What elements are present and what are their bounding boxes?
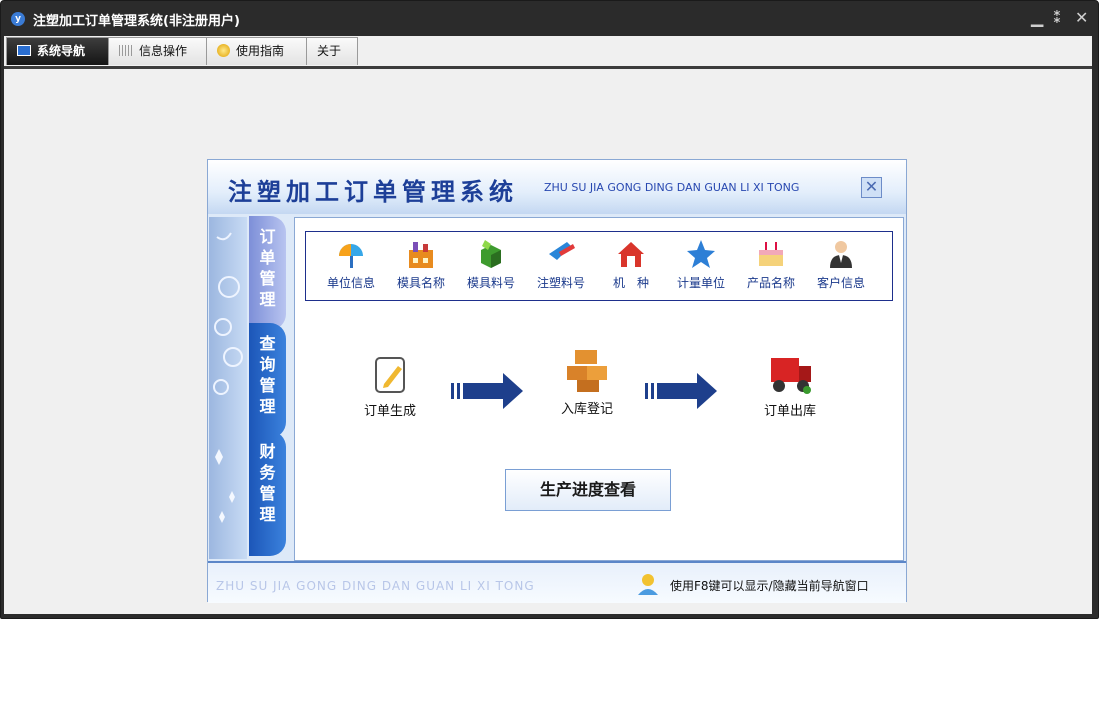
flow-label: 订单生成 <box>363 404 416 419</box>
quick-item-label: 注塑料号 <box>536 276 585 290</box>
quick-item-mold-part-no[interactable]: 模具料号 <box>456 238 526 291</box>
side-tab-finance-management[interactable]: 财务管理 <box>249 431 286 556</box>
window-title: 注塑加工订单管理系统(非注册用户) <box>33 14 240 29</box>
grid-icon <box>119 45 133 56</box>
tab-label: 信息操作 <box>139 44 188 58</box>
close-button[interactable]: ✕ <box>1075 8 1088 27</box>
tab-label: 关于 <box>317 44 342 58</box>
quick-item-label: 单位信息 <box>326 276 375 290</box>
tab-about[interactable]: 关于 <box>306 37 358 65</box>
quick-item-injection-part-no[interactable]: 注塑料号 <box>526 238 596 291</box>
monitor-icon <box>17 45 31 56</box>
cake-icon <box>759 242 783 266</box>
nav-footer: ZHU SU JIA GONG DING DAN GUAN LI XI TONG… <box>208 561 906 603</box>
floral-icon <box>213 232 243 523</box>
app-icon: y <box>11 12 25 26</box>
flow-order-out[interactable]: 订单出库 <box>750 354 830 419</box>
production-progress-button[interactable]: 生产进度查看 <box>505 469 671 511</box>
side-tab-order-management[interactable]: 订单管理 <box>249 216 286 330</box>
minimize-button[interactable]: ▁ <box>1031 8 1043 27</box>
quick-item-label: 客户信息 <box>816 276 865 290</box>
factory-icon <box>409 242 433 268</box>
quick-item-label: 产品名称 <box>746 276 795 290</box>
quick-item-measure-unit[interactable]: 计量单位 <box>666 238 736 291</box>
star-icon <box>687 240 715 268</box>
footer-hint: 使用F8键可以显示/隐藏当前导航窗口 <box>670 579 869 593</box>
box-icon <box>481 240 501 268</box>
nav-pinyin: ZHU SU JIA GONG DING DAN GUAN LI XI TONG <box>544 181 800 194</box>
flow-label: 入库登记 <box>560 402 613 417</box>
person-icon <box>830 241 852 268</box>
quick-item-label: 计量单位 <box>676 276 725 290</box>
tab-label: 使用指南 <box>236 44 285 58</box>
flow-label: 订单出库 <box>763 404 816 419</box>
umbrella-icon <box>339 244 363 268</box>
quick-access-bar: 单位信息 模具名称 模具料号 注塑料号 机 种 计量单位 产品名称 客户信息 <box>305 231 893 301</box>
quick-item-mold-name[interactable]: 模具名称 <box>386 238 456 291</box>
pencil-icon <box>549 242 575 260</box>
navigation-panel: 注塑加工订单管理系统 ZHU SU JIA GONG DING DAN GUAN… <box>207 159 907 603</box>
tab-user-guide[interactable]: 使用指南 <box>206 37 308 65</box>
nav-close-icon[interactable]: ✕ <box>861 177 882 198</box>
floral-decoration <box>209 217 247 559</box>
help-icon <box>217 44 230 57</box>
flow-arrow-icon <box>451 373 523 409</box>
side-tab-label: 财务管理 <box>259 442 276 524</box>
footer-pinyin: ZHU SU JIA GONG DING DAN GUAN LI XI TONG <box>216 579 535 593</box>
quick-item-unit-info[interactable]: 单位信息 <box>316 238 386 291</box>
tab-system-nav[interactable]: 系统导航 <box>6 37 110 65</box>
quick-item-product-name[interactable]: 产品名称 <box>736 238 806 291</box>
nav-title: 注塑加工订单管理系统 <box>228 177 518 206</box>
notepad-icon <box>375 357 405 393</box>
quick-item-customer-info[interactable]: 客户信息 <box>806 238 876 291</box>
quick-item-label: 机 种 <box>612 276 649 290</box>
flow-stock-in[interactable]: 入库登记 <box>547 348 627 417</box>
side-tab-query-management[interactable]: 查询管理 <box>249 323 286 438</box>
tab-bar: 系统导航 信息操作 使用指南 关于 <box>4 36 1092 66</box>
tab-label: 系统导航 <box>37 44 86 58</box>
quick-item-machine-type[interactable]: 机 种 <box>596 238 666 291</box>
boxes-icon <box>567 350 607 392</box>
flow-arrow-icon <box>645 373 717 409</box>
house-icon <box>618 242 644 267</box>
quick-item-label: 模具料号 <box>466 276 515 290</box>
flow-order-create[interactable]: 订单生成 <box>355 354 425 419</box>
nav-main-area: 单位信息 模具名称 模具料号 注塑料号 机 种 计量单位 产品名称 客户信息 订… <box>294 217 904 561</box>
quick-item-label: 模具名称 <box>396 276 445 290</box>
user-hint-icon <box>638 574 658 595</box>
nav-header: 注塑加工订单管理系统 ZHU SU JIA GONG DING DAN GUAN… <box>208 160 906 214</box>
tab-info-operation[interactable]: 信息操作 <box>108 37 208 65</box>
truck-icon <box>771 358 811 394</box>
title-bar: y 注塑加工订单管理系统(非注册用户) ▁ ⁑ ✕ <box>1 1 1098 36</box>
side-tab-label: 查询管理 <box>259 334 276 416</box>
restore-button[interactable]: ⁑ <box>1053 8 1061 27</box>
side-tab-label: 订单管理 <box>259 227 276 309</box>
